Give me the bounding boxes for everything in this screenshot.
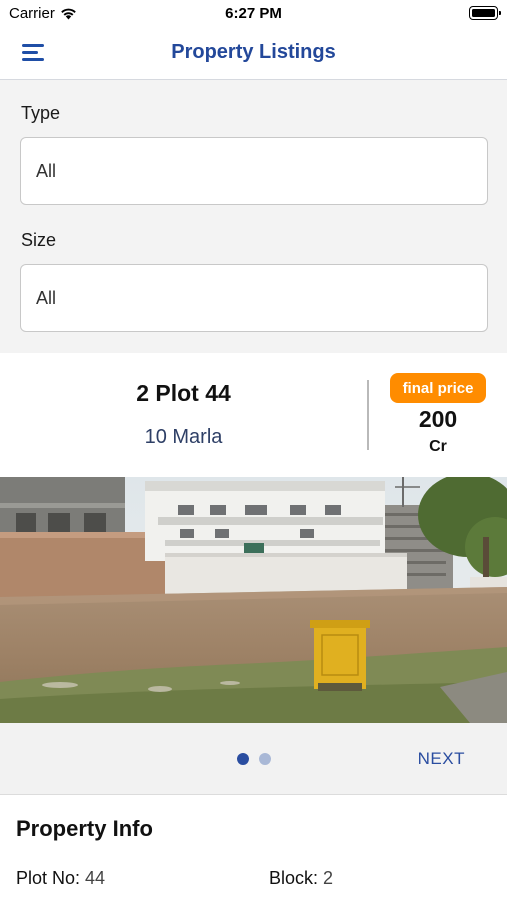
price-badge: final price [390,373,486,403]
price-unit: Cr [429,438,447,455]
status-bar: Carrier 6:27 PM [0,0,507,28]
type-select-value: All [36,160,57,181]
type-select[interactable]: All [20,137,488,205]
block-row: Block: 2 [269,868,333,889]
plot-no-row: Plot No: 44 [16,868,105,889]
carousel-dot-2[interactable] [259,753,271,765]
property-info-title: Property Info [16,816,153,841]
block-label: Block: [269,868,319,888]
plot-no-value: 44 [85,868,106,888]
property-photo[interactable] [0,477,507,723]
block-value: 2 [323,868,334,888]
plot-no-label: Plot No: [16,868,81,888]
size-select[interactable]: All [20,264,488,332]
size-label: Size [21,230,57,250]
listing-size: 10 Marla [144,426,223,448]
clock: 6:27 PM [225,5,282,22]
listing-summary[interactable]: 2 Plot 44 10 Marla final price 200 Cr [0,353,507,477]
battery-icon [469,6,501,20]
navigation-bar: Property Listings [0,28,507,80]
filter-panel: Type All Size All [0,80,507,353]
next-button[interactable]: NEXT [418,749,465,769]
listing-title: 2 Plot 44 [136,380,231,406]
property-info-section: Property Info Plot No: 44 Block: 2 [0,796,507,900]
page-title: Property Listings [171,41,336,63]
divider [367,380,369,450]
carousel-controls: NEXT [0,723,507,795]
price-value: 200 [418,406,458,432]
size-select-value: All [36,287,57,308]
type-label: Type [21,103,61,123]
carousel-dot-1[interactable] [237,753,249,765]
